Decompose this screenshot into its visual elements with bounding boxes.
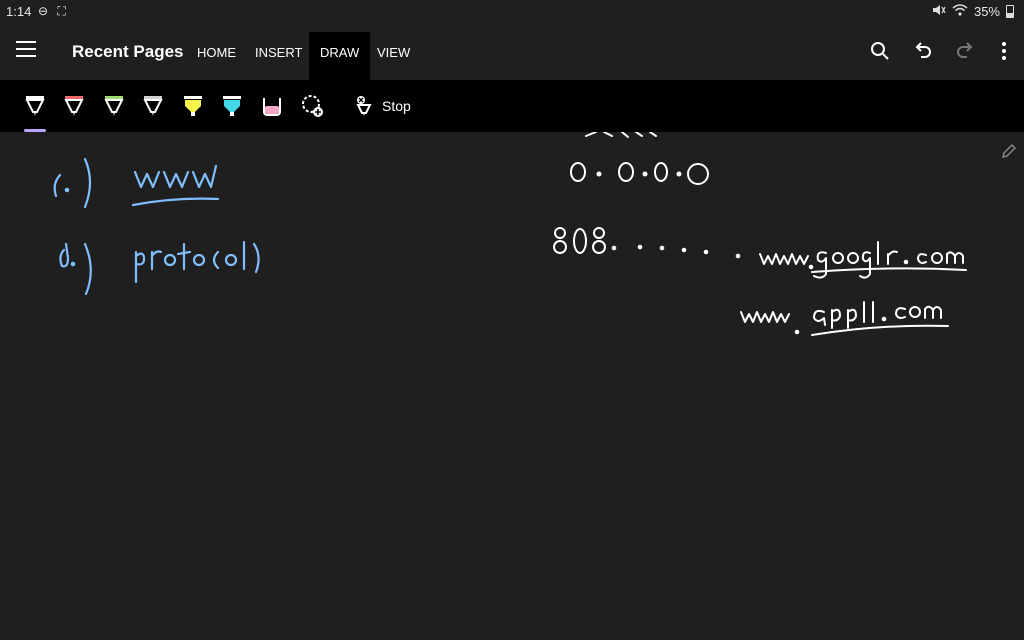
ink-partial-line xyxy=(585,132,657,138)
pen-red-icon[interactable] xyxy=(62,92,86,120)
ink-label-c xyxy=(53,157,92,209)
page-title: Recent Pages xyxy=(72,42,184,61)
pen-green-icon[interactable] xyxy=(102,92,126,120)
tab-view[interactable]: VIEW xyxy=(366,32,421,80)
ink-url-google xyxy=(759,241,967,279)
undo-icon[interactable] xyxy=(911,39,935,63)
status-right-group: 35% xyxy=(932,4,1014,19)
app-bar: Recent Pages HOME INSERT DRAW VIEW xyxy=(0,22,1024,80)
stop-button[interactable]: Stop xyxy=(352,92,411,120)
ink-label-d xyxy=(59,242,92,296)
highlighter-pink-icon[interactable] xyxy=(260,92,284,120)
lasso-select-icon[interactable] xyxy=(300,92,324,120)
ink-url-apple xyxy=(740,301,949,336)
ink-ip-zero xyxy=(570,162,709,185)
wifi-icon xyxy=(952,4,968,19)
tab-draw[interactable]: DRAW xyxy=(309,32,371,80)
draw-ribbon: Stop xyxy=(0,80,1024,132)
mute-icon xyxy=(932,4,946,19)
search-icon[interactable] xyxy=(868,39,892,63)
note-canvas[interactable] xyxy=(0,132,1024,640)
battery-icon xyxy=(1006,5,1014,18)
stop-ink-icon xyxy=(356,96,372,116)
more-options-icon[interactable] xyxy=(992,39,1016,63)
status-time: 1:14 xyxy=(6,4,32,19)
highlighter-cyan-icon[interactable] xyxy=(220,92,244,120)
pen-white-icon[interactable] xyxy=(23,92,47,120)
pen-gray-icon[interactable] xyxy=(141,92,165,120)
ink-word-protocol xyxy=(134,240,260,284)
battery-percent: 35% xyxy=(973,4,1000,19)
tab-home[interactable]: HOME xyxy=(186,32,247,80)
highlighter-yellow-icon[interactable] xyxy=(181,92,205,120)
stop-label: Stop xyxy=(382,98,411,114)
status-bar: 1:14 ⊖ ⛶ 35% xyxy=(0,0,1024,22)
ink-layer xyxy=(53,132,967,336)
ink-word-www xyxy=(131,164,220,207)
status-notification-icons: ⊖ ⛶ xyxy=(38,4,69,18)
hamburger-menu-icon[interactable] xyxy=(16,41,36,57)
tab-insert[interactable]: INSERT xyxy=(244,32,313,80)
redo-icon[interactable] xyxy=(953,39,977,63)
ink-port-808 xyxy=(553,227,741,259)
